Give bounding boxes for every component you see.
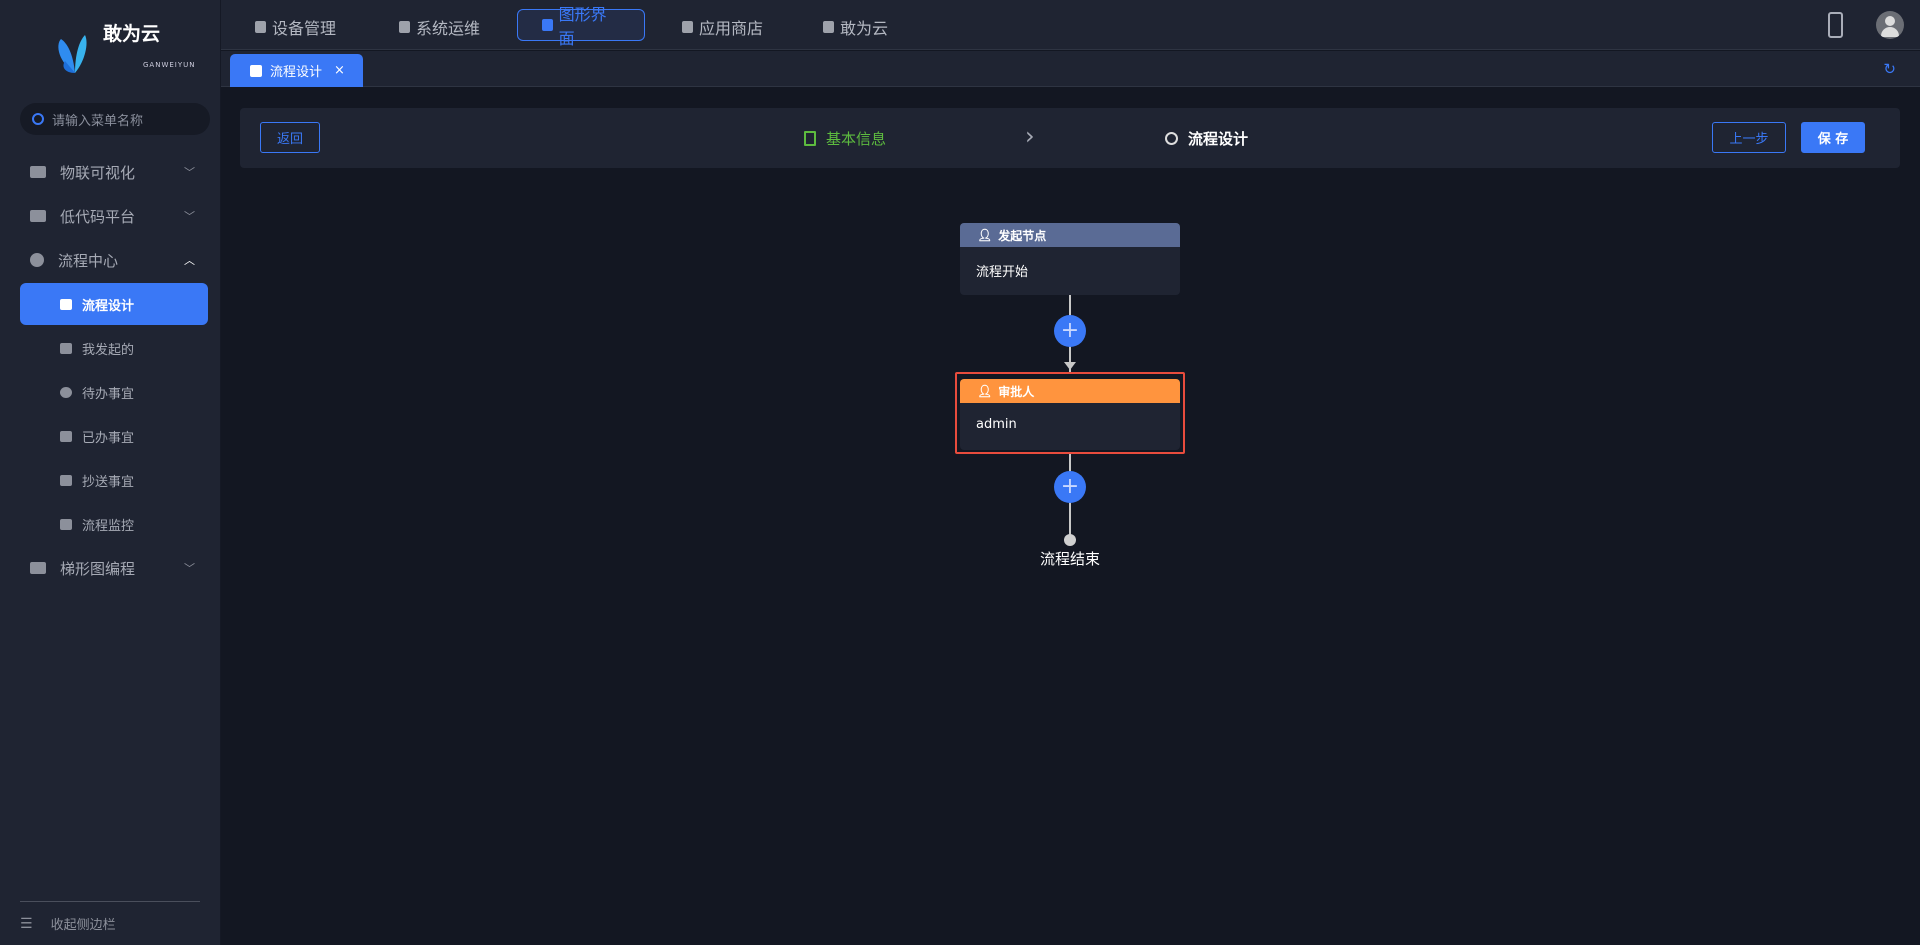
close-icon[interactable]: × xyxy=(334,63,345,78)
chevron-down-icon: ﹀ xyxy=(184,562,195,575)
butterfly-icon xyxy=(823,21,834,33)
document-icon xyxy=(804,131,816,146)
refresh-icon[interactable]: ↻ xyxy=(1883,60,1896,78)
flow-icon xyxy=(250,64,262,77)
item-label: 待办事宜 xyxy=(82,386,135,402)
monitor-pulse-icon xyxy=(60,518,72,530)
menu-label: 流程中心 xyxy=(58,251,119,270)
tab-label: 流程设计 xyxy=(270,65,323,80)
chevron-down-icon: ﹀ xyxy=(184,210,195,223)
menu-search-input[interactable]: 请输入菜单名称 xyxy=(20,103,210,135)
item-label: 流程设计 xyxy=(82,298,135,314)
prev-step-button[interactable]: 上一步 xyxy=(1712,122,1786,153)
node-body: admin xyxy=(976,417,1017,432)
menu-lowcode[interactable]: 低代码平台 ﹀ xyxy=(0,196,221,236)
code-icon xyxy=(30,562,46,574)
search-icon xyxy=(32,113,44,125)
device-icon xyxy=(255,21,266,33)
add-node-button[interactable]: + xyxy=(1054,315,1086,347)
sidebar-item-done[interactable]: 已办事宜 xyxy=(20,415,208,457)
item-label: 我发起的 xyxy=(82,342,135,358)
process-hub-icon xyxy=(30,253,44,267)
nav-system-ops[interactable]: 系统运维 xyxy=(375,12,504,42)
divider xyxy=(20,901,200,902)
store-icon xyxy=(682,21,693,33)
sidebar-item-todo[interactable]: 待办事宜 xyxy=(20,371,208,413)
link-icon xyxy=(1165,132,1178,145)
collapse-icon: ☰ xyxy=(20,915,33,932)
sidebar-item-monitor[interactable]: 流程监控 xyxy=(20,503,208,545)
node-title: 发起节点 xyxy=(998,228,1047,243)
document-icon xyxy=(60,474,72,486)
alarm-clock-icon xyxy=(60,386,72,398)
add-node-button[interactable]: + xyxy=(1054,471,1086,503)
sidebar: 敢为云 GANWEIYUN 请输入菜单名称 物联可视化 ﹀ 低代码平台 ﹀ 流程中心 ︿… xyxy=(0,0,221,945)
step-process-design[interactable]: 流程设计 xyxy=(1165,128,1248,149)
menu-label: 低代码平台 xyxy=(60,207,136,226)
send-icon xyxy=(60,342,72,354)
node-body: 流程开始 xyxy=(976,265,1029,280)
top-nav: 设备管理 系统运维 图形界面 应用商店 敢为云 xyxy=(221,0,1920,50)
done-tasks-icon xyxy=(60,430,72,442)
nav-label: 图形界面 xyxy=(558,5,607,48)
user-icon: 👤︎ xyxy=(977,384,993,398)
start-node[interactable]: 👤︎ 发起节点 流程开始 xyxy=(960,223,1180,295)
save-button[interactable]: 保 存 xyxy=(1801,122,1865,153)
nav-label: 敢为云 xyxy=(840,19,889,38)
node-title: 审批人 xyxy=(998,384,1035,399)
arrow-down-icon xyxy=(1064,362,1076,370)
back-button[interactable]: 返回 xyxy=(260,122,320,153)
user-icon: 👤︎ xyxy=(977,228,993,242)
step-label: 流程设计 xyxy=(1188,130,1249,148)
wrench-icon xyxy=(399,21,410,33)
search-placeholder: 请输入菜单名称 xyxy=(52,113,144,129)
monitor-icon xyxy=(30,166,46,178)
end-label: 流程结束 xyxy=(1039,550,1100,568)
chevron-down-icon: ﹀ xyxy=(184,166,195,179)
menu-label: 物联可视化 xyxy=(60,163,136,182)
end-dot xyxy=(1064,534,1076,546)
sidebar-item-process-design[interactable]: 流程设计 xyxy=(20,283,208,325)
menu-iot-visual[interactable]: 物联可视化 ﹀ xyxy=(0,152,221,192)
chevron-right-icon: › xyxy=(1025,122,1035,150)
nav-device-management[interactable]: 设备管理 xyxy=(231,12,360,42)
approver-node[interactable]: 👤︎ 审批人 admin xyxy=(960,379,1180,450)
step-bar: 返回 基本信息 › 流程设计 上一步 保 存 xyxy=(240,108,1900,168)
mobile-icon[interactable] xyxy=(1828,12,1843,38)
nav-label: 系统运维 xyxy=(416,19,481,38)
flow-icon xyxy=(60,298,72,310)
item-label: 抄送事宜 xyxy=(82,474,135,490)
approver-node-header: 👤︎ 审批人 xyxy=(960,379,1180,403)
collapse-label: 收起侧边栏 xyxy=(50,918,116,933)
sidebar-item-initiated[interactable]: 我发起的 xyxy=(20,327,208,369)
share-screen-icon xyxy=(30,210,46,222)
sidebar-item-cc[interactable]: 抄送事宜 xyxy=(20,459,208,501)
butterfly-logo-icon xyxy=(58,35,87,73)
menu-process-center[interactable]: 流程中心 ︿ xyxy=(0,240,221,280)
start-node-header: 👤︎ 发起节点 xyxy=(960,223,1180,247)
nav-app-store[interactable]: 应用商店 xyxy=(658,12,787,42)
menu-label: 梯形图编程 xyxy=(60,559,136,578)
nav-label: 应用商店 xyxy=(699,19,764,38)
tab-bar: 流程设计 × ↻ xyxy=(221,51,1920,87)
menu-ladder[interactable]: 梯形图编程 ﹀ xyxy=(0,548,221,588)
item-label: 流程监控 xyxy=(82,518,135,534)
item-label: 已办事宜 xyxy=(82,430,135,446)
collapse-sidebar-button[interactable]: ☰ 收起侧边栏 xyxy=(20,914,116,934)
display-icon xyxy=(542,19,553,31)
nav-label: 设备管理 xyxy=(272,19,337,38)
user-avatar[interactable] xyxy=(1876,11,1904,39)
tab-process-design[interactable]: 流程设计 × xyxy=(230,54,363,87)
nav-ganweiyun[interactable]: 敢为云 xyxy=(799,12,912,42)
step-basic-info[interactable]: 基本信息 xyxy=(804,128,886,149)
nav-graphics[interactable]: 图形界面 xyxy=(517,5,645,48)
chevron-up-icon: ︿ xyxy=(184,254,195,267)
step-label: 基本信息 xyxy=(826,130,887,148)
